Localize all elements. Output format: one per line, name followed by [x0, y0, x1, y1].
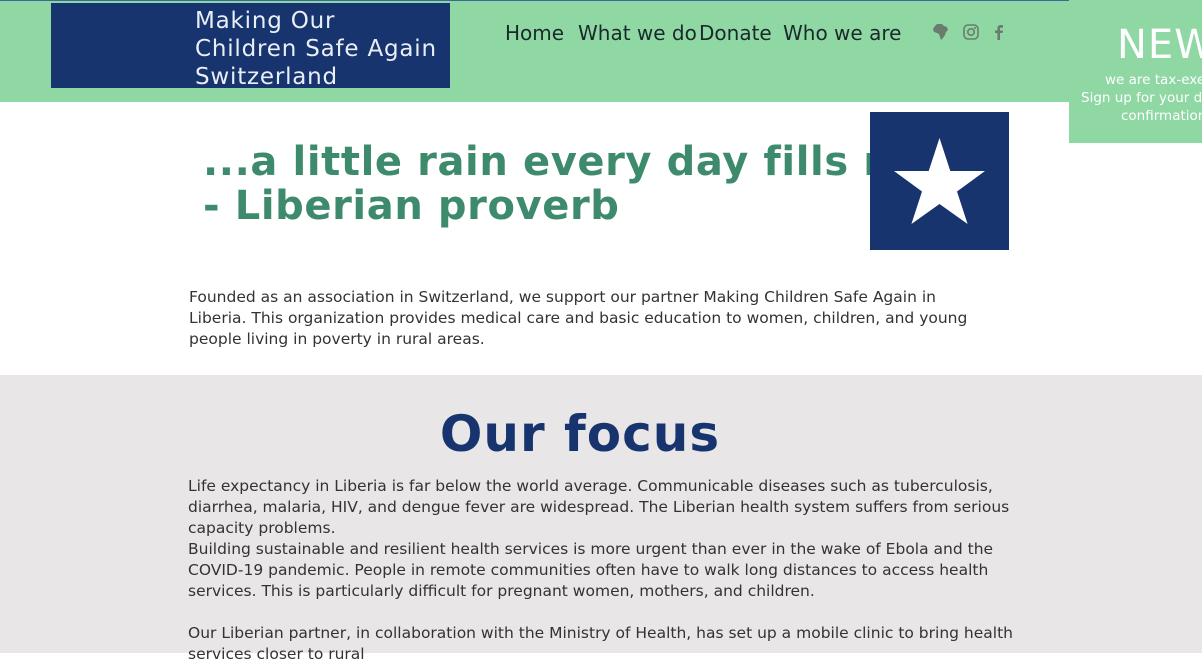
nav-item-what-we-do[interactable]: What we do — [578, 21, 697, 45]
focus-paragraph: Building sustainable and resilient healt… — [188, 540, 994, 600]
nav-item-donate[interactable]: Donate — [699, 21, 772, 45]
focus-section: Our focus Life expectancy in Liberia is … — [0, 375, 1202, 663]
site-logo-text: Making Our Children Safe Again Switzerla… — [195, 8, 437, 90]
promo-line-2: Sign up for your do — [1081, 90, 1202, 106]
africa-map-icon[interactable] — [932, 23, 950, 41]
focus-paragraph: Life expectancy in Liberia is far below … — [188, 477, 1010, 537]
star-icon — [894, 138, 985, 224]
focus-paragraph: Our Liberian partner, in collaboration w… — [188, 624, 1013, 663]
site-logo[interactable]: Making Our Children Safe Again Switzerla… — [51, 3, 450, 90]
facebook-icon[interactable] — [990, 23, 1008, 41]
liberian-star-flag — [870, 112, 1009, 250]
nav-item-who-we-are[interactable]: Who we are — [783, 21, 901, 45]
instagram-icon[interactable] — [962, 23, 980, 41]
promo-line-3: confirmation — [1121, 108, 1202, 124]
promo-banner[interactable]: NEW we are tax-exem Sign up for your do … — [1069, 0, 1202, 143]
focus-title: Our focus — [439, 405, 721, 463]
promo-title: NEW — [1117, 22, 1202, 68]
nav-item-home[interactable]: Home — [505, 21, 564, 45]
intro-text: Founded as an association in Switzerland… — [189, 288, 968, 348]
site-header: Making Our Children Safe Again Switzerla… — [0, 0, 1202, 102]
promo-line-1: we are tax-exem — [1105, 72, 1202, 88]
